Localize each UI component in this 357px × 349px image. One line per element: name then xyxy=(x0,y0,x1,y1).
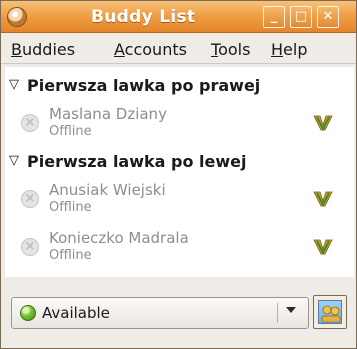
expander-down-icon[interactable]: ▽ xyxy=(9,78,21,91)
chevron-down-icon[interactable] xyxy=(286,307,296,313)
group-row[interactable]: ▽ Pierwsza lawka po prawej xyxy=(5,73,354,99)
menu-buddies[interactable]: Buddies xyxy=(11,40,75,59)
offline-status-icon: × xyxy=(21,238,39,256)
buddy-list-window: Buddy List _ □ ✕ Buddies Accounts Tools … xyxy=(0,0,357,349)
buddy-row[interactable]: × Maslana Dziany Offline xyxy=(5,103,354,145)
status-area: Available xyxy=(5,283,354,345)
buddy-row[interactable]: × Anusiak Wiejski Offline xyxy=(5,179,354,221)
minimize-button[interactable]: _ xyxy=(263,6,285,28)
offline-status-icon: × xyxy=(21,190,39,208)
menu-help[interactable]: Help xyxy=(271,40,307,59)
combo-separator xyxy=(277,303,278,323)
menu-accounts[interactable]: Accounts xyxy=(114,40,187,59)
title-bar[interactable]: Buddy List _ □ ✕ xyxy=(1,1,356,33)
buddy-status: Offline xyxy=(49,200,92,215)
group-name: Pierwsza lawka po lewej xyxy=(27,152,247,171)
buddy-icon-button[interactable] xyxy=(313,295,347,329)
people-icon xyxy=(321,305,341,323)
buddy-name: Maslana Dziany xyxy=(49,105,167,123)
window-title: Buddy List xyxy=(91,7,196,27)
gadu-gadu-icon xyxy=(313,115,333,132)
buddy-status: Offline xyxy=(49,248,92,263)
buddy-status: Offline xyxy=(49,124,92,139)
gadu-gadu-icon xyxy=(313,191,333,208)
status-selector[interactable]: Available xyxy=(11,297,309,329)
status-label: Available xyxy=(42,304,110,322)
menu-bar: Buddies Accounts Tools Help xyxy=(1,34,356,64)
close-button[interactable]: ✕ xyxy=(317,6,339,28)
expander-down-icon[interactable]: ▽ xyxy=(9,154,21,167)
group-row[interactable]: ▽ Pierwsza lawka po lewej xyxy=(5,149,354,175)
buddy-avatar-icon xyxy=(318,300,342,324)
buddy-row[interactable]: × Konieczko Madrala Offline xyxy=(5,227,354,269)
maximize-button[interactable]: □ xyxy=(290,6,312,28)
buddy-list-tree: ▽ Pierwsza lawka po prawej × Maslana Dzi… xyxy=(5,67,354,277)
available-status-icon xyxy=(20,305,36,321)
pidgin-app-icon[interactable] xyxy=(7,7,27,27)
buddy-name: Anusiak Wiejski xyxy=(49,181,166,199)
menu-tools[interactable]: Tools xyxy=(211,40,250,59)
group-name: Pierwsza lawka po prawej xyxy=(27,76,261,95)
offline-status-icon: × xyxy=(21,114,39,132)
buddy-name: Konieczko Madrala xyxy=(49,229,189,247)
gadu-gadu-icon xyxy=(313,239,333,256)
